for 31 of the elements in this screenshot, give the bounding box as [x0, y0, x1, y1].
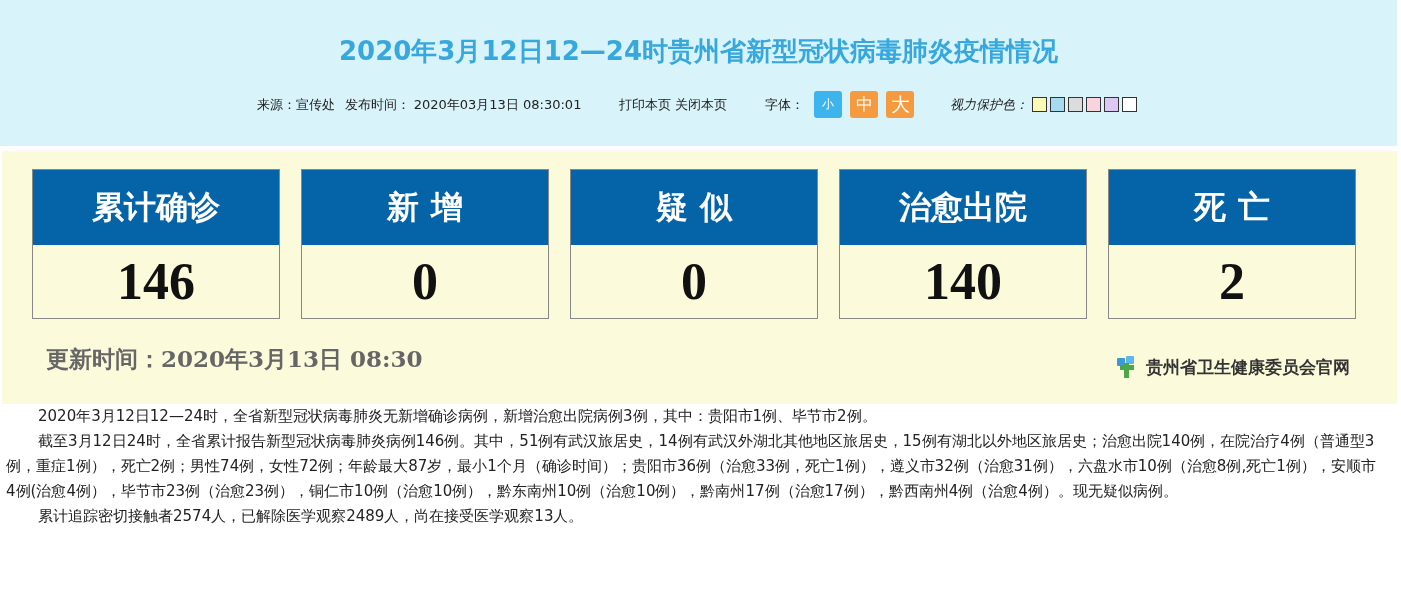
font-size-button[interactable]: 大 — [886, 91, 915, 118]
stat-label: 疑 似 — [571, 170, 817, 245]
stat-value: 2 — [1218, 252, 1246, 312]
report-paragraph: 截至3月12日24时，全省累计报告新型冠状病毒肺炎病例146例。其中，51例有武汉旅居史，14例有武汉外湖北其他地区旅居史，15例有湖北以外地区旅居史；治愈出院140例，在院治疗4例（普通型3例，重症1例），死亡2例；男性74例，女性72例；年龄最大87岁，最小1个月（确诊时间）；贵阳市36例（治愈33例，死亡1例），遵义市32例（治愈31例），六盘水市10例（治愈8例,死亡1例），安顺市4例(治愈4例），毕节市23例（治愈23例），铜仁市10例（治愈10例），黔东南州10例（治愈10例），黔南州17例（治愈17例），黔西南州4例（治愈4例）。现无疑似病例。 — [6, 431, 1377, 502]
color-swatch[interactable] — [1122, 97, 1138, 112]
page-link[interactable]: 关闭本页 — [675, 95, 728, 114]
source-name: 贵州省卫生健康委员会官网 — [1146, 355, 1350, 379]
stat-label: 累计确诊 — [33, 170, 279, 245]
color-swatch[interactable] — [1104, 97, 1120, 112]
stat-value: 0 — [680, 252, 708, 312]
publish-time: 发布时间： 2020年03月13日 08:30:01 — [344, 95, 582, 114]
page-link[interactable]: 打印本页 — [619, 95, 672, 114]
report-paragraph: 累计追踪密切接触者2574人，已解除医学观察2489人，尚在接受医学观察13人。 — [37, 506, 585, 527]
stat-label: 新 增 — [302, 170, 548, 245]
stat-label: 治愈出院 — [840, 170, 1086, 245]
report-paragraph: 2020年3月12日12—24时，全省新型冠状病毒肺炎无新增确诊病例，新增治愈出院病例3例，其中：贵阳市1例、毕节市2例。 — [37, 406, 878, 427]
source-text: 来源：宣传处 — [256, 95, 335, 114]
eye-care-label: 视力保护色： — [950, 95, 1029, 114]
font-size-button[interactable]: 小 — [814, 91, 843, 118]
color-swatch[interactable] — [1086, 97, 1102, 112]
font-size-label: 字体： — [765, 95, 805, 114]
stat-label: 死 亡 — [1109, 170, 1355, 245]
update-time: 更新时间：2020年3月13日 08:30 — [46, 343, 423, 374]
color-swatch[interactable] — [1068, 97, 1084, 112]
font-size-button[interactable]: 中 — [850, 91, 879, 118]
stat-value: 140 — [923, 252, 1003, 312]
page-title: 2020年3月12日12—24时贵州省新型冠状病毒肺炎疫情情况 — [339, 35, 1058, 68]
stat-value: 0 — [411, 252, 439, 312]
color-swatch[interactable] — [1050, 97, 1066, 112]
stat-value: 146 — [116, 252, 196, 312]
color-swatch[interactable] — [1032, 97, 1048, 112]
